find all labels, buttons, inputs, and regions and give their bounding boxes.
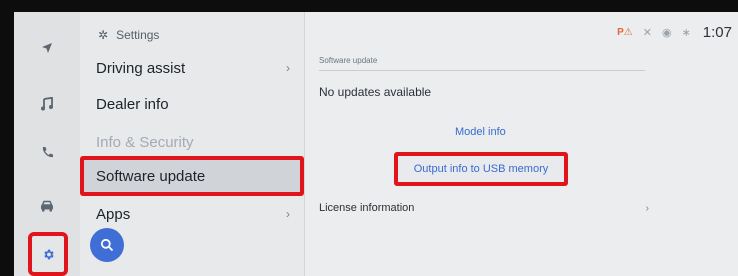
update-status-text: No updates available bbox=[319, 85, 432, 99]
menu-item-label: Dealer info bbox=[96, 95, 169, 113]
alert-icon: P⚠ bbox=[617, 26, 633, 38]
menu-item-label: Apps bbox=[96, 205, 131, 223]
settings-menu: ✲ Settings Driving assist › Dealer info … bbox=[80, 12, 304, 276]
no-signal-icon: ✕ bbox=[642, 26, 652, 39]
car-icon[interactable] bbox=[14, 194, 80, 218]
bluetooth-icon: ∗ bbox=[681, 26, 691, 39]
menu-item-info-security[interactable]: Info & Security bbox=[96, 128, 296, 156]
infotainment-screen: ✲ Settings Driving assist › Dealer info … bbox=[14, 12, 738, 276]
license-label: License information bbox=[319, 202, 415, 214]
menu-item-label: Software update bbox=[96, 167, 206, 185]
model-info-button[interactable]: Model info bbox=[455, 126, 506, 138]
settings-header: ✲ Settings bbox=[98, 26, 159, 44]
settings-gear-icon[interactable] bbox=[28, 232, 68, 276]
chevron-right-icon: › bbox=[645, 202, 649, 214]
chevron-right-icon: › bbox=[286, 207, 290, 221]
status-bar: P⚠ ✕ ◉ ∗ 1:07 bbox=[617, 21, 732, 43]
section-divider bbox=[319, 70, 645, 71]
software-update-pane: P⚠ ✕ ◉ ∗ 1:07 Software update No updates… bbox=[305, 12, 738, 276]
phone-icon[interactable] bbox=[14, 140, 80, 164]
output-usb-button[interactable]: Output info to USB memory bbox=[394, 152, 568, 186]
section-label: Software update bbox=[319, 56, 378, 65]
wifi-icon: ◉ bbox=[661, 26, 672, 39]
menu-item-dealer-info[interactable]: Dealer info bbox=[96, 90, 296, 118]
license-information-item[interactable]: License information › bbox=[319, 198, 649, 218]
music-icon[interactable] bbox=[14, 92, 80, 116]
search-button[interactable] bbox=[90, 228, 124, 262]
left-icon-rail bbox=[14, 12, 80, 276]
output-usb-label: Output info to USB memory bbox=[413, 163, 549, 175]
menu-item-software-update[interactable]: Software update bbox=[80, 156, 304, 196]
search-icon bbox=[100, 238, 114, 252]
gear-icon: ✲ bbox=[98, 28, 109, 42]
clock: 1:07 bbox=[702, 23, 732, 41]
navigation-icon[interactable] bbox=[14, 36, 80, 60]
settings-title: Settings bbox=[116, 28, 160, 42]
menu-item-apps[interactable]: Apps › bbox=[96, 200, 296, 228]
menu-item-driving-assist[interactable]: Driving assist › bbox=[96, 54, 296, 82]
menu-item-label: Info & Security bbox=[96, 133, 194, 151]
chevron-right-icon: › bbox=[286, 61, 290, 75]
menu-item-label: Driving assist bbox=[96, 59, 186, 77]
